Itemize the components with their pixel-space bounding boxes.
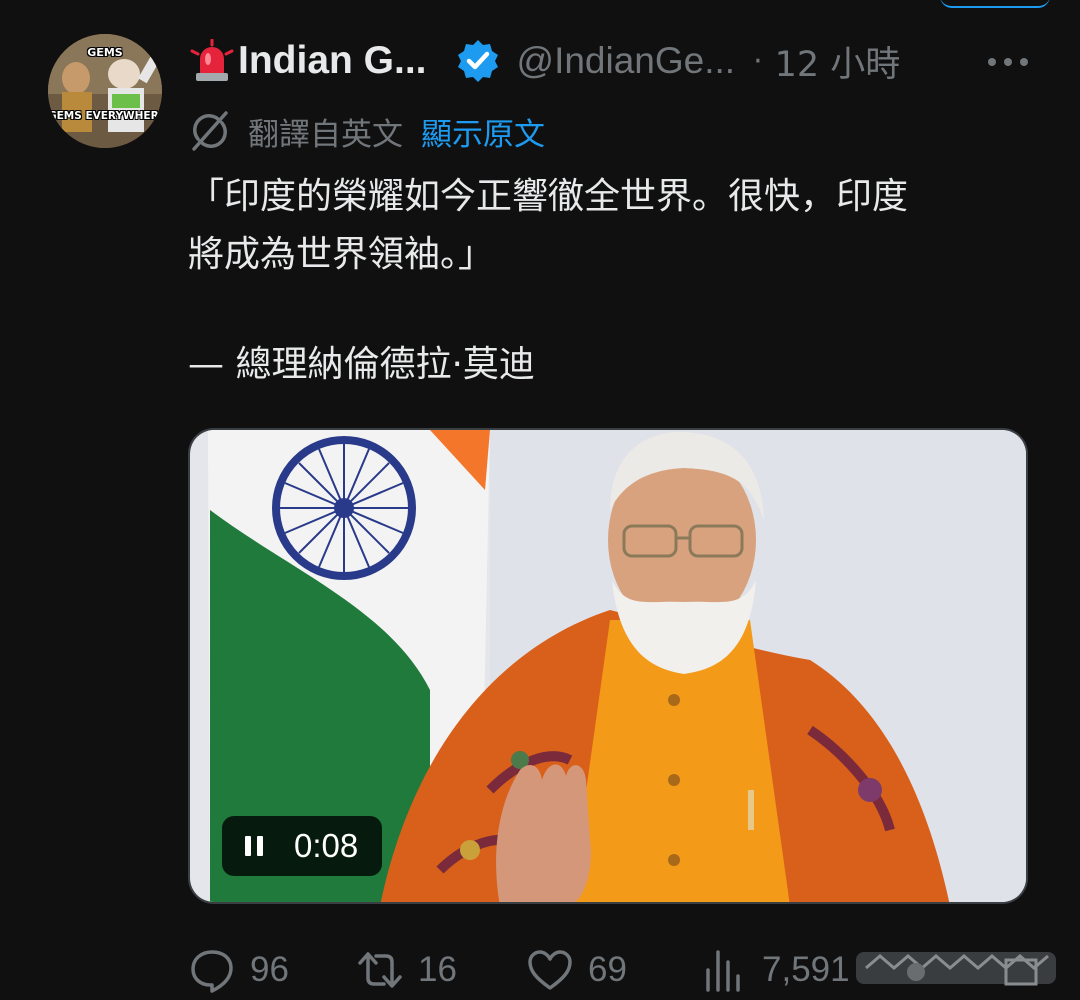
reply-count: 96 — [250, 950, 289, 989]
tweet-attribution: — 總理納倫德拉·莫迪 — [188, 344, 535, 385]
tweet-post[interactable]: GEMS GEMS EVERYWHERE Indian G... @Indian… — [0, 0, 1080, 1000]
repost-button[interactable]: 16 — [356, 942, 457, 998]
views-count: 7,591 — [762, 950, 850, 989]
avatar[interactable]: GEMS GEMS EVERYWHERE — [48, 34, 162, 148]
share-icon[interactable] — [856, 946, 1056, 990]
more-icon[interactable] — [986, 44, 1030, 80]
like-icon — [528, 950, 572, 990]
display-name[interactable]: Indian G... — [238, 39, 427, 83]
like-button[interactable]: 69 — [526, 942, 627, 998]
reply-icon — [191, 950, 233, 993]
tweet-text-line-2: 將成為世界領袖。」 — [188, 234, 495, 275]
handle[interactable]: @IndianGe... — [517, 40, 736, 82]
tweet-header: Indian G... @IndianGe... · 12 小時 — [190, 36, 1050, 86]
avatar-caption-top: GEMS — [87, 46, 123, 59]
like-count: 69 — [588, 950, 627, 989]
action-bar: 96 16 69 7,591 — [188, 942, 1068, 998]
timestamp[interactable]: 12 小時 — [775, 36, 901, 87]
translate-icon — [192, 111, 228, 151]
video-player[interactable]: 0:08 — [188, 428, 1028, 904]
top-edge-decoration — [940, 0, 1050, 8]
pause-icon[interactable] — [242, 834, 266, 858]
views-button[interactable]: 7,591 — [700, 942, 850, 998]
translated-from-label: 翻譯自英文 — [248, 116, 403, 153]
verified-badge-icon[interactable] — [455, 38, 501, 84]
show-original-link[interactable]: 顯示原文 — [421, 109, 545, 154]
separator-dot: · — [753, 43, 763, 79]
views-icon — [706, 950, 740, 992]
repost-icon — [358, 952, 402, 988]
video-time: 0:08 — [294, 827, 359, 864]
video-time-badge[interactable]: 0:08 — [222, 816, 382, 876]
tweet-text-line-1: 「印度的榮耀如今正響徹全世界。很快，印度 — [188, 176, 909, 217]
translation-row: 翻譯自英文 顯示原文 — [188, 106, 545, 156]
tweet-text: 「印度的榮耀如今正響徹全世界。很快，印度 將成為世界領袖。」 — [188, 168, 1048, 284]
avatar-caption-bottom: GEMS EVERYWHERE — [48, 110, 162, 122]
siren-icon — [190, 39, 234, 81]
repost-count: 16 — [418, 950, 457, 989]
reply-button[interactable]: 96 — [188, 942, 289, 998]
